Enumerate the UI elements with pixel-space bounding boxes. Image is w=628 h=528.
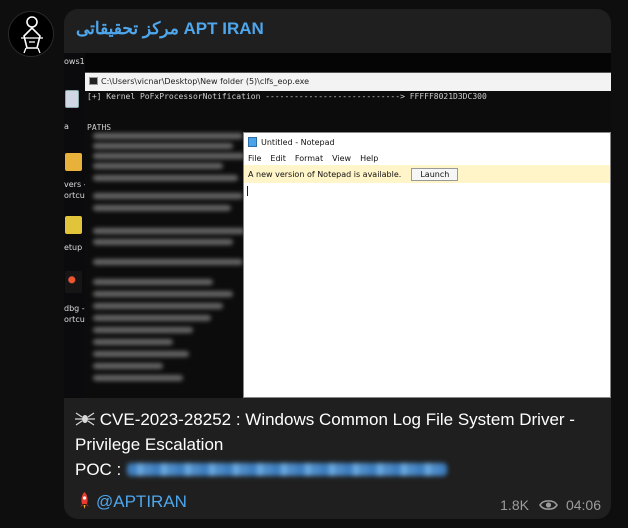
post-meta: 1.8K 04:06: [500, 497, 601, 513]
blurred-output: [93, 303, 223, 309]
cmd-icon: [89, 77, 98, 85]
desktop-label: ortcut: [64, 191, 85, 200]
caption-title-text: CVE-2023-28252 : Windows Common Log File…: [75, 410, 575, 454]
blurred-output: [93, 339, 173, 345]
debugger-icon: [65, 271, 82, 293]
folder-icon: [65, 153, 82, 171]
blurred-output: [93, 205, 231, 211]
menu-view: View: [332, 153, 352, 163]
menu-file: File: [248, 153, 262, 163]
blurred-output: [93, 291, 233, 297]
blurred-output: [93, 228, 245, 234]
cmd-titlebar: C:\Users\vicnar\Desktop\New folder (5)\c…: [85, 73, 611, 91]
blurred-output: [93, 163, 223, 169]
spider-icon: [75, 412, 95, 426]
desktop-label: ortcut: [64, 315, 85, 324]
post-image[interactable]: ows10... a vers - ortcut etup ( dbg - or…: [64, 53, 611, 398]
channel-handle-text: @APTIRAN: [96, 492, 187, 511]
desktop-label: ows10...: [64, 57, 85, 66]
notepad-window: Untitled - Notepad File Edit Format View…: [243, 132, 611, 398]
installer-icon: [65, 216, 82, 234]
menu-format: Format: [294, 153, 324, 163]
blurred-output: [93, 175, 238, 181]
text-cursor: [247, 186, 248, 196]
eye-icon: [539, 500, 558, 510]
post-caption: CVE-2023-28252 : Windows Common Log File…: [75, 407, 605, 482]
rocket-icon: [80, 492, 89, 509]
blurred-output: [93, 363, 163, 369]
desktop-strip: ows10... a vers - ortcut etup ( dbg - or…: [64, 53, 85, 398]
blurred-output: [93, 143, 233, 149]
desktop-label: a: [64, 122, 69, 131]
poc-link[interactable]: [127, 463, 448, 476]
blurred-output: [93, 327, 193, 333]
poc-label: POC :: [75, 460, 122, 479]
notepad-update-bar: A new version of Notepad is available. L…: [244, 165, 610, 183]
blurred-output: [93, 153, 245, 159]
menu-help: Help: [360, 153, 379, 163]
caption-title: CVE-2023-28252 : Windows Common Log File…: [75, 407, 605, 457]
notepad-menubar: File Edit Format View Help: [244, 151, 610, 165]
hacker-avatar-icon: [9, 12, 53, 56]
view-count: 1.8K: [500, 497, 529, 513]
notepad-title: Untitled - Notepad: [261, 137, 335, 147]
channel-avatar[interactable]: [8, 11, 54, 57]
blurred-output: [93, 351, 189, 357]
update-message: A new version of Notepad is available.: [248, 169, 402, 179]
desktop-label: dbg -: [64, 304, 85, 313]
notepad-icon: [248, 137, 257, 147]
desktop-label: vers -: [64, 180, 85, 189]
post-time: 04:06: [565, 497, 601, 513]
blurred-output: [93, 193, 243, 199]
blurred-output: [93, 239, 233, 245]
channel-name[interactable]: مرکز تحقیقاتی APT IRAN: [76, 19, 264, 39]
blurred-output: [93, 315, 211, 321]
blurred-output: [93, 279, 213, 285]
recycle-bin-icon: [65, 90, 79, 108]
cmd-output-line: [+] Kernel PoFxProcessorNotification ---…: [87, 92, 487, 101]
poc-line: POC :: [75, 457, 605, 482]
menu-edit: Edit: [270, 153, 286, 163]
notepad-titlebar: Untitled - Notepad: [244, 133, 610, 151]
blurred-output: [93, 375, 183, 381]
channel-handle[interactable]: @APTIRAN: [77, 492, 187, 512]
desktop-label: etup (: [64, 243, 85, 252]
message-bubble: مرکز تحقیقاتی APT IRAN ows10... a vers -…: [64, 9, 611, 519]
launch-button: Launch: [411, 167, 459, 181]
blurred-output: [93, 133, 243, 139]
cmd-title: C:\Users\vicnar\Desktop\New folder (5)\c…: [101, 77, 310, 86]
cmd-paths-label: PATHS: [87, 123, 112, 132]
blurred-output: [93, 259, 243, 265]
